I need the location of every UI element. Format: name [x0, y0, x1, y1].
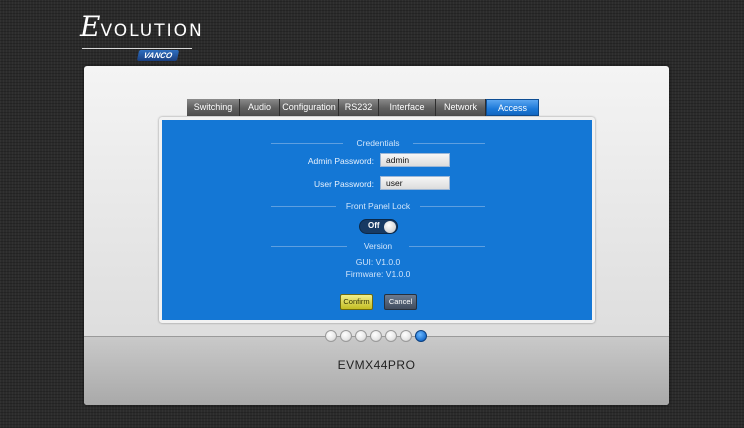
tab-configuration[interactable]: Configuration — [280, 99, 339, 116]
page-dot[interactable] — [355, 330, 367, 342]
page-dot-active[interactable] — [415, 330, 427, 342]
vanco-badge: VANCO — [136, 50, 180, 61]
version-title: Version — [363, 241, 393, 251]
logo-underline — [82, 48, 192, 49]
tab-access[interactable]: Access — [486, 99, 539, 116]
version-line-right — [409, 246, 485, 247]
credentials-line-left — [271, 143, 343, 144]
credentials-line-right — [413, 143, 485, 144]
user-password-label: User Password: — [314, 179, 374, 189]
front-panel-lock-title: Front Panel Lock — [345, 201, 411, 211]
model-name: EVMX44PRO — [337, 358, 416, 372]
page-dot[interactable] — [325, 330, 337, 342]
tab-audio[interactable]: Audio — [240, 99, 280, 116]
main-panel: Switching Audio Configuration RS232 Inte… — [84, 66, 669, 405]
toggle-knob — [384, 220, 396, 233]
logo-wordmark: EVOLUTION — [80, 10, 204, 43]
access-content: Credentials Admin Password: User Passwor… — [159, 117, 595, 323]
credentials-title: Credentials — [356, 138, 400, 148]
page-dot[interactable] — [370, 330, 382, 342]
version-line-left — [271, 246, 347, 247]
tab-network[interactable]: Network — [436, 99, 486, 116]
toggle-state-label: Off — [368, 221, 380, 230]
tab-rs232[interactable]: RS232 — [339, 99, 379, 116]
page-dot[interactable] — [400, 330, 412, 342]
lock-line-left — [271, 206, 336, 207]
page-dot[interactable] — [340, 330, 352, 342]
user-password-field[interactable] — [380, 176, 450, 190]
admin-password-label: Admin Password: — [307, 156, 374, 166]
evolution-logo: EVOLUTION VANCO — [80, 10, 210, 62]
tab-bar: Switching Audio Configuration RS232 Inte… — [187, 99, 539, 116]
cancel-button[interactable]: Cancel — [384, 294, 417, 310]
admin-password-field[interactable] — [380, 153, 450, 167]
tab-switching[interactable]: Switching — [187, 99, 240, 116]
front-panel-lock-toggle[interactable]: Off — [359, 219, 398, 234]
lock-line-right — [420, 206, 485, 207]
confirm-button[interactable]: Confirm — [340, 294, 373, 310]
page-dot[interactable] — [385, 330, 397, 342]
tab-interface[interactable]: Interface — [379, 99, 436, 116]
page-indicator — [325, 330, 445, 344]
firmware-version: Firmware: V1.0.0 — [345, 269, 411, 279]
gui-version: GUI: V1.0.0 — [355, 257, 401, 267]
